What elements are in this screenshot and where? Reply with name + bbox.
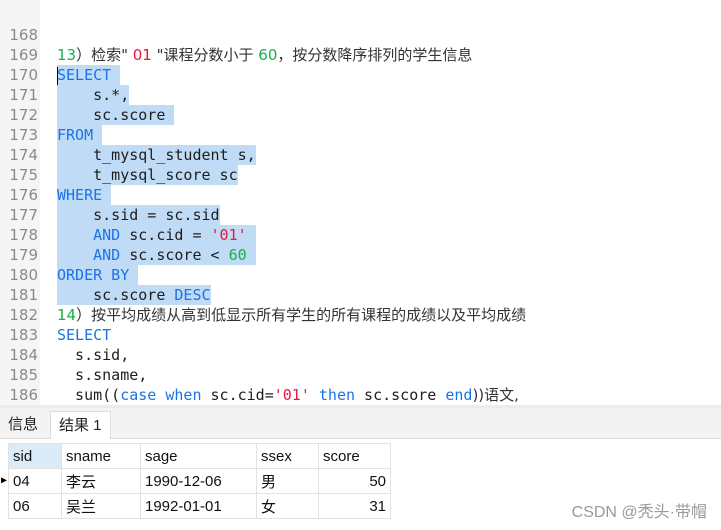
code-line: 186 sum((case when sc.cid='02' then sc.s… [9, 386, 38, 404]
watermark: CSDN @秃头·带帽 [571, 504, 707, 521]
code-line: 172 FROM [0, 85, 721, 145]
code-line: 176 s.sid = sc.sid [9, 186, 220, 225]
code-line: 170 s.*, [9, 66, 130, 105]
code-line: 168 13）检索" 01 "课程分数小于 60，按分数降序排列的学生信息 [0, 5, 721, 64]
cell-sage[interactable]: 1990-12-06 [140, 468, 257, 494]
code-line: 184 s.sname, [9, 346, 148, 384]
table-row[interactable]: 04 李云 1990-12-06 男 50 [8, 468, 391, 494]
cell-score[interactable]: 31 [318, 493, 391, 519]
code-line: 182 SELECT [9, 306, 112, 344]
table-row[interactable]: 06 吴兰 1992-01-01 女 31 [8, 493, 391, 519]
tab-result-1[interactable]: 结果 1 [50, 411, 111, 439]
code-line: 183 s.sid, [9, 326, 130, 364]
code-line: 174 t_mysql_score sc [9, 146, 238, 185]
tab-info[interactable]: 信息 [0, 411, 46, 438]
code-line: 169 SELECT [0, 25, 721, 85]
cell-sname[interactable]: 吴兰 [61, 493, 141, 519]
code-line: 171 sc.score [9, 86, 175, 125]
result-tabs: 信息 结果 1 [0, 408, 721, 439]
code-line: 173 t_mysql_student s, [9, 126, 256, 165]
cell-ssex[interactable]: 女 [256, 493, 319, 519]
cell-score[interactable]: 50 [318, 468, 391, 494]
column-header-sid[interactable]: sid [8, 443, 62, 469]
cell-sid[interactable]: 06 [8, 493, 62, 519]
code-line: 175 WHERE [0, 145, 721, 205]
code-line: 187 sum((case when sc.cid='03' then sc.s… [0, 385, 721, 405]
sql-editor[interactable]: 168 13）检索" 01 "课程分数小于 60，按分数降序排列的学生信息 16… [0, 0, 721, 405]
code-line: 178 AND sc.score < 60 [0, 205, 721, 265]
code-line: 185 sum((case when sc.cid='01' then sc.s… [9, 366, 519, 404]
cell-sid[interactable]: 04 [8, 468, 62, 494]
code-line: 179 ORDER BY [0, 225, 721, 285]
cell-sname[interactable]: 李云 [61, 468, 141, 494]
result-grid: sid sname sage ssex score 04 李云 1990-12-… [8, 443, 391, 519]
column-header-score[interactable]: score [318, 443, 391, 469]
code-line: 181 14）按平均成绩从高到低显示所有学生的所有课程的成绩以及平均成绩 [9, 286, 527, 324]
code-line: 177 AND sc.cid = '01' [0, 185, 721, 245]
header-row: sid sname sage ssex score [8, 443, 391, 469]
cell-sage[interactable]: 1992-01-01 [140, 493, 257, 519]
cell-ssex[interactable]: 男 [256, 468, 319, 494]
column-header-sname[interactable]: sname [61, 443, 141, 469]
column-header-sage[interactable]: sage [140, 443, 257, 469]
code-line: 180 sc.score DESC [9, 266, 211, 305]
column-header-ssex[interactable]: ssex [256, 443, 319, 469]
